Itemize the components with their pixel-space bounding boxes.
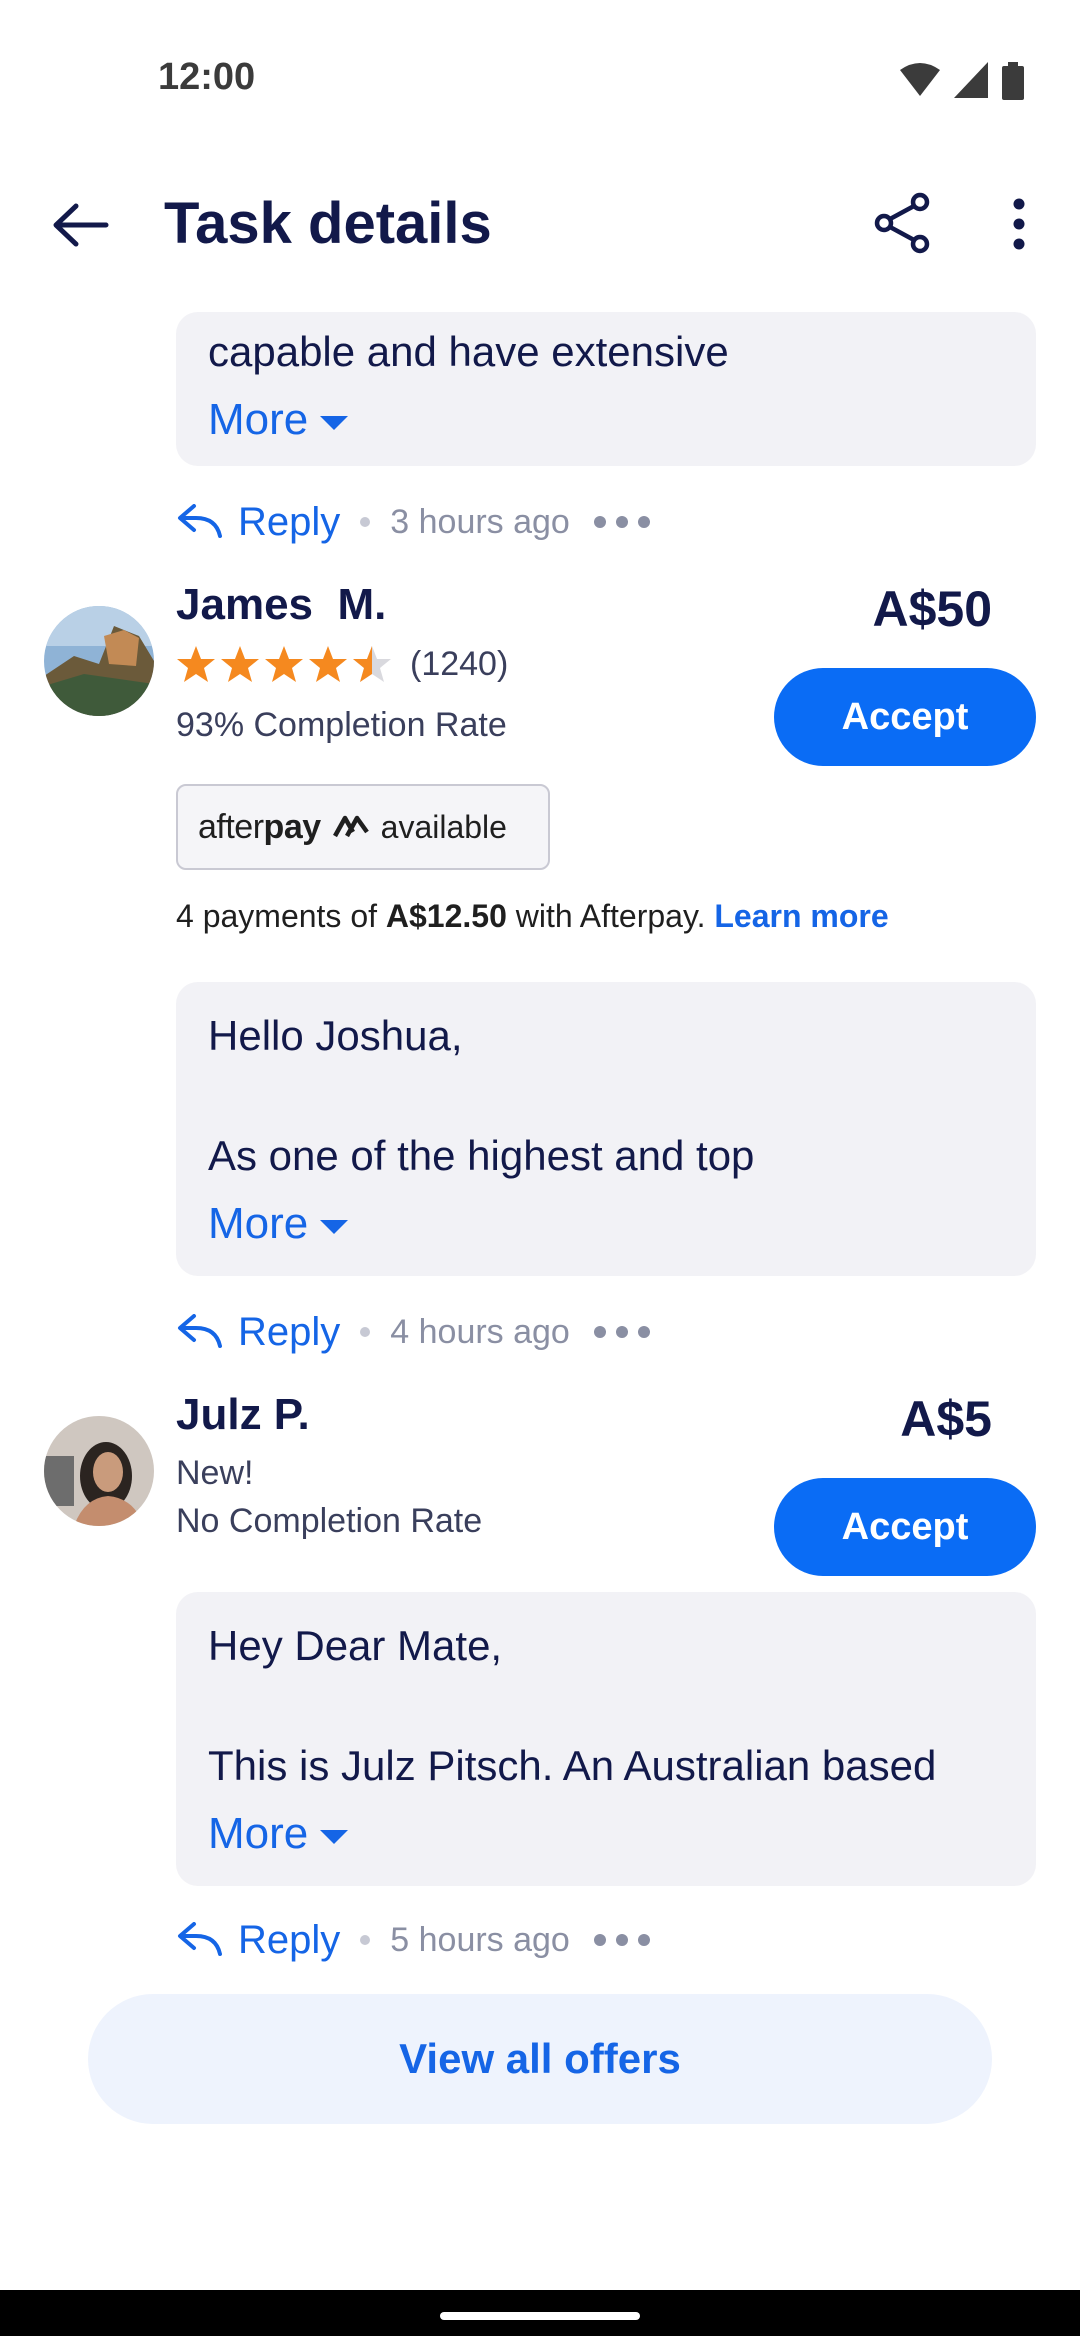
star-icon [221,646,259,682]
more-link[interactable]: More [208,390,1004,450]
reply-button[interactable]: Reply [238,1310,340,1355]
message-line: Hey Dear Mate, [208,1622,503,1669]
separator-dot [360,517,371,527]
reply-button[interactable]: Reply [238,500,340,545]
message-line: As one of the highest and top [208,1132,755,1179]
afterpay-available: available [380,808,507,845]
message-line [208,1066,1004,1126]
page-title: Task details [164,191,492,256]
reply-icon[interactable] [176,1922,222,1958]
separator-dot [360,1935,371,1945]
separator-dot [360,1327,371,1337]
share-icon[interactable] [872,192,934,254]
star-icon [177,646,215,682]
reply-row: Reply 3 hours ago [176,492,650,552]
reply-row: Reply 4 hours ago [176,1302,650,1362]
star-half-icon [353,646,391,682]
caret-down-icon [320,1830,349,1844]
caret-down-icon [320,1220,349,1234]
status-time: 12:00 [158,56,256,98]
wifi-icon [900,63,940,96]
avatar-portrait-image [44,1416,154,1526]
message-line: This is Julz Pitsch. An Australian based [208,1742,937,1789]
time-ago: 3 hours ago [390,502,570,541]
reply-row: Reply 5 hours ago [176,1910,650,1970]
tasker-name[interactable]: James M. [176,580,386,630]
more-label: More [208,1199,309,1248]
completion-rate: No Completion Rate [176,1502,483,1540]
star-icon [309,646,347,682]
reply-icon[interactable] [176,504,222,540]
more-link[interactable]: More [208,1194,1004,1254]
reply-button[interactable]: Reply [238,1918,340,1963]
rating-count: (1240) [410,644,509,683]
time-ago: 4 hours ago [390,1312,570,1351]
completion-rate: 93% Completion Rate [176,706,507,744]
offer-price: A$50 [872,581,992,637]
time-ago: 5 hours ago [390,1920,570,1959]
more-link[interactable]: More [208,1804,1004,1864]
afterpay-arrows-icon [332,815,369,838]
new-badge: New! [176,1454,254,1492]
avatar-landscape-image [44,606,154,716]
afterpay-logo: afterpay [198,807,321,846]
rating-stars: (1240) [176,644,508,684]
view-all-offers-button[interactable]: View all offers [88,1994,992,2124]
more-label: More [208,395,309,444]
reply-icon[interactable] [176,1314,222,1350]
afterpay-badge: afterpay available [176,784,550,870]
offer-price: A$5 [900,1391,992,1447]
ellipsis-icon[interactable] [593,1934,650,1946]
learn-more-link[interactable]: Learn more [714,898,888,934]
afterpay-info: 4 payments of A$12.50 with Afterpay. Lea… [176,898,889,934]
offer-message: Hello Joshua, As one of the highest and … [176,982,1036,1276]
message-line: Hello Joshua, [208,1012,463,1059]
signal-icon [954,62,988,98]
ellipsis-icon[interactable] [593,1326,650,1338]
caret-down-icon [320,416,349,430]
avatar[interactable] [44,1416,154,1526]
message-line: capable and have extensive [208,328,729,375]
more-options-icon[interactable] [1000,196,1038,252]
back-arrow-icon[interactable] [50,200,110,250]
home-gesture-handle[interactable] [440,2312,640,2320]
star-icon [265,646,303,682]
battery-icon [1002,62,1024,100]
offer-message: Hey Dear Mate, This is Julz Pitsch. An A… [176,1592,1036,1886]
message-line [208,1676,1004,1736]
offer-message: capable and have extensive More [176,312,1036,466]
more-label: More [208,1809,309,1858]
ellipsis-icon[interactable] [593,516,650,528]
status-icons [900,62,1024,100]
accept-button[interactable]: Accept [774,1478,1036,1576]
tasker-name[interactable]: Julz P. [176,1390,310,1440]
accept-button[interactable]: Accept [774,668,1036,766]
avatar[interactable] [44,606,154,716]
